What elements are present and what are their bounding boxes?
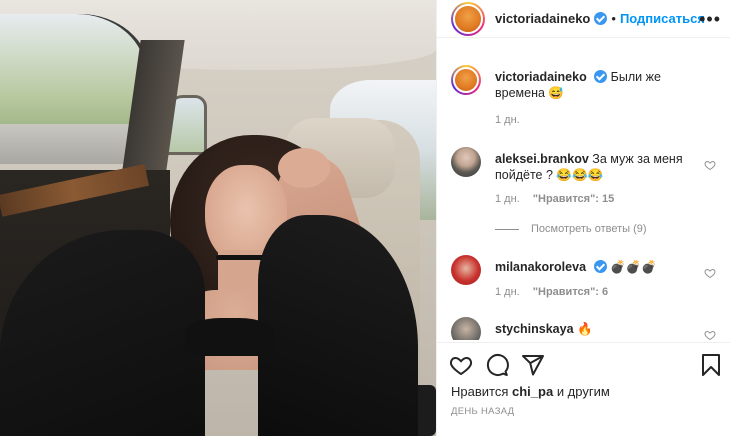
comment-heart-icon[interactable] [704, 329, 716, 340]
verified-badge-icon [593, 260, 607, 273]
comment-body: milanakoroleva 💣💣💣 [495, 259, 700, 275]
comment-avatar[interactable] [451, 147, 481, 177]
top [185, 318, 275, 356]
author-avatar[interactable] [451, 1, 485, 36]
verified-badge-icon [594, 12, 608, 25]
caption-meta: 1 дн. [495, 114, 530, 126]
caption-time[interactable]: 1 дн. [495, 114, 520, 126]
verified-badge-icon [594, 70, 608, 83]
view-replies-button[interactable]: Посмотреть ответы (9) [495, 223, 647, 235]
comment-heart-icon[interactable] [704, 159, 716, 171]
caption-avatar[interactable] [451, 65, 481, 95]
comment-body: stychinskaya 🔥 [495, 321, 700, 337]
comment-likes[interactable]: "Нравится": 6 [533, 286, 608, 298]
comment-username[interactable]: milanakoroleva [495, 260, 586, 274]
hand [278, 148, 330, 188]
comment-username[interactable]: aleksei.brankov [495, 152, 589, 166]
bookmark-icon[interactable] [699, 353, 723, 377]
likes-prefix: Нравится [451, 384, 509, 399]
heart-icon[interactable] [449, 353, 473, 377]
comments-list[interactable]: victoriadaineko Были же времена 😅 1 дн. … [437, 55, 730, 340]
more-icon[interactable]: ••• [699, 9, 721, 30]
comment-text: 💣💣💣 [609, 260, 657, 274]
separator-dot: • [611, 11, 616, 26]
post-actions: Нравится chi_pa и другим ДЕНЬ НАЗАД [437, 342, 730, 436]
caption-username[interactable]: victoriadaineko [495, 70, 587, 84]
author-username[interactable]: victoriadaineko [495, 11, 590, 26]
comment-icon[interactable] [485, 353, 509, 377]
post-side-panel: victoriadaineko • Подписаться ••• victor… [436, 0, 730, 436]
post-header: victoriadaineko • Подписаться ••• [437, 0, 730, 38]
comment-text: 🔥 [577, 322, 593, 336]
replies-line [495, 228, 519, 230]
likes-suffix[interactable]: и другим [557, 384, 610, 399]
likes-summary: Нравится chi_pa и другим [451, 384, 610, 399]
post-timestamp[interactable]: ДЕНЬ НАЗАД [451, 406, 514, 417]
comment-time[interactable]: 1 дн. [495, 193, 520, 205]
comment-username[interactable]: stychinskaya [495, 322, 574, 336]
post-photo[interactable] [0, 0, 436, 436]
comment-avatar[interactable] [451, 317, 481, 340]
comment-body: aleksei.brankov За муж за меня пойдёте ?… [495, 151, 700, 183]
share-icon[interactable] [521, 353, 545, 377]
comment-avatar[interactable] [451, 255, 481, 285]
comment-heart-icon[interactable] [704, 267, 716, 279]
view-replies-label: Посмотреть ответы (9) [531, 223, 647, 235]
comment-meta: 1 дн. "Нравится": 15 [495, 193, 614, 205]
caption-body: victoriadaineko Были же времена 😅 [495, 69, 700, 101]
comment-time[interactable]: 1 дн. [495, 286, 520, 298]
comment-likes[interactable]: "Нравится": 15 [533, 193, 614, 205]
comment-meta: 1 дн. "Нравится": 6 [495, 286, 608, 298]
follow-button[interactable]: Подписаться [620, 11, 705, 26]
likes-user[interactable]: chi_pa [512, 384, 553, 399]
